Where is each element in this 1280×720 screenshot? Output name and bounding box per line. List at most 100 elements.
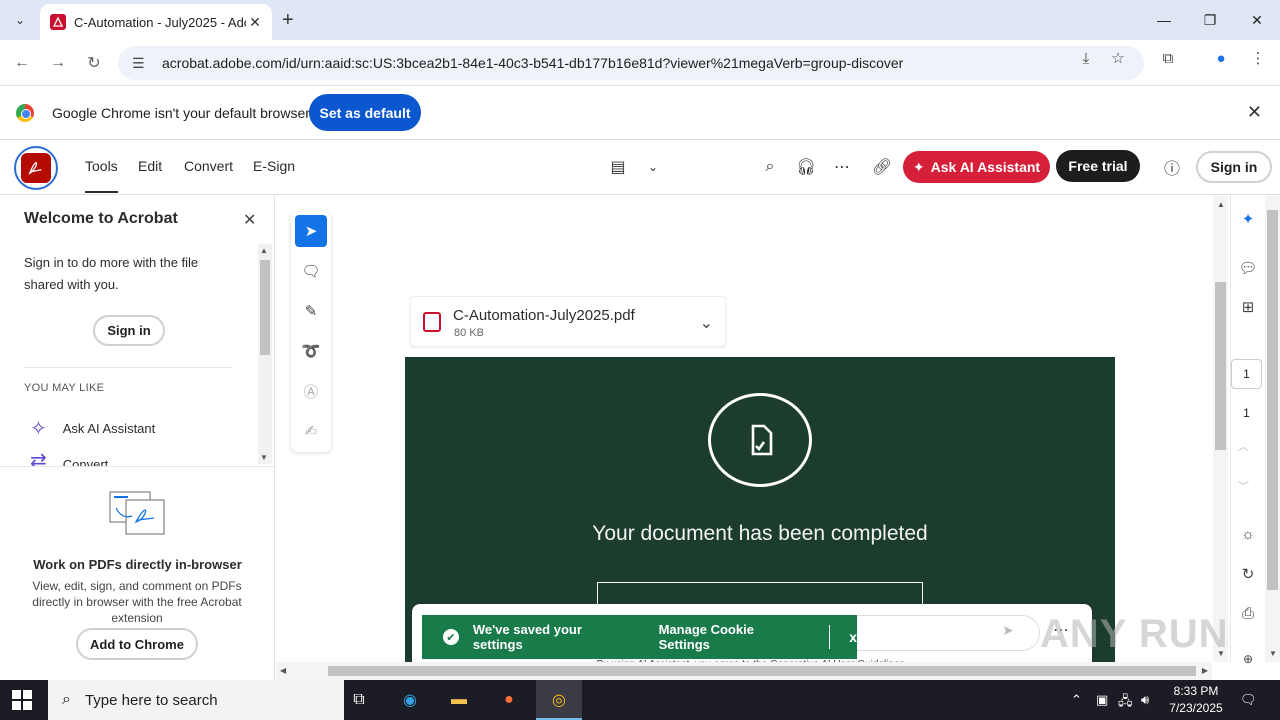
file-card-chevron-icon[interactable]: ⌄ (700, 313, 713, 333)
document-menu-chevron-icon[interactable]: ⌄ (642, 156, 664, 178)
welcome-panel: Welcome to Acrobat ✕ Sign in to do more … (0, 196, 275, 680)
panel-scrollbar[interactable]: ▲ ▼ (258, 244, 272, 464)
thumbnails-panel-icon[interactable]: ⊞ (1237, 296, 1259, 318)
comment-tool-icon[interactable]: 🗨︎ (295, 255, 327, 287)
ai-assistant-icon: ✦ (912, 158, 925, 175)
url-text: acrobat.adobe.com/id/urn:aaid:sc:US:3bce… (162, 55, 904, 71)
address-bar[interactable]: ☰ acrobat.adobe.com/id/urn:aaid:sc:US:3b… (118, 46, 1144, 80)
extensions-icon[interactable]: ⧉ (1158, 48, 1178, 68)
theme-toggle-icon[interactable]: ☼ (1237, 523, 1259, 545)
volume-icon[interactable]: 🔊︎ (1141, 692, 1149, 708)
suggestion-ask-ai[interactable]: ✧ Ask AI Assistant (30, 416, 155, 441)
welcome-close-icon[interactable]: ✕ (243, 210, 256, 230)
acrobat-logo-icon[interactable] (14, 146, 58, 190)
browser-toolbar: ← → ↻ ☰ acrobat.adobe.com/id/urn:aaid:sc… (0, 40, 1280, 86)
firefox-icon[interactable]: ● (497, 688, 521, 712)
menu-esign[interactable]: E-Sign (253, 158, 295, 174)
task-view-icon[interactable]: ⧉ (347, 688, 371, 712)
chrome-taskbar-icon[interactable]: ◎ (547, 688, 571, 712)
search-icon[interactable]: ⌕ (759, 156, 781, 178)
help-icon[interactable]: ⓘ (1161, 156, 1183, 178)
add-to-chrome-button[interactable]: Add to Chrome (76, 628, 198, 660)
panel-scroll-thumb[interactable] (260, 260, 270, 355)
back-button[interactable]: ← (10, 51, 34, 75)
window-close-button[interactable]: ✕ (1234, 0, 1280, 40)
header-sign-in-button[interactable]: Sign in (1196, 151, 1272, 183)
menu-convert[interactable]: Convert (184, 158, 233, 174)
read-aloud-icon[interactable]: 🎧︎ (795, 156, 817, 178)
tab-search-dropdown[interactable]: ⌄ (6, 6, 34, 34)
clock-time: 8:33 PM (1173, 684, 1219, 698)
total-pages: 1 (1243, 406, 1250, 420)
scroll-up-arrow-icon[interactable]: ▲ (260, 246, 268, 255)
page-scroll-thumb[interactable] (1267, 210, 1278, 590)
page-scroll-down-icon[interactable]: ▼ (1269, 649, 1277, 658)
share-link-icon[interactable]: 🔗︎ (871, 156, 893, 178)
document-vertical-scrollbar[interactable]: ▲ ▼ (1213, 196, 1228, 662)
set-default-button[interactable]: Set as default (309, 94, 421, 131)
manage-cookie-settings-link[interactable]: Manage Cookie Settings (659, 622, 808, 652)
site-info-icon[interactable]: ☰ (132, 55, 150, 72)
chrome-logo-icon (16, 104, 34, 122)
signature-tool-icon[interactable]: ✍︎ (295, 415, 327, 447)
chrome-menu-icon[interactable]: ⋮ (1248, 48, 1268, 68)
scroll-left-icon[interactable]: ◀ (280, 666, 286, 675)
more-options-icon[interactable]: ⋯ (831, 156, 853, 178)
menu-tools[interactable]: Tools (85, 158, 118, 193)
ai-assistant-panel-icon[interactable]: ✦ (1237, 208, 1259, 230)
bookmark-star-icon[interactable]: ☆ (1108, 48, 1128, 68)
highlight-pen-tool-icon[interactable]: ✎ (295, 295, 327, 327)
suggestion-convert[interactable]: ⇄ Convert (30, 452, 260, 466)
file-size: 80 KB (454, 327, 484, 339)
free-trial-button[interactable]: Free trial (1056, 150, 1140, 182)
profile-icon[interactable]: ● (1211, 48, 1231, 68)
rotate-page-icon[interactable]: ↻ (1237, 563, 1259, 585)
horizontal-scroll-thumb[interactable] (328, 666, 1196, 676)
minimize-button[interactable]: — (1141, 0, 1187, 40)
zoom-icon[interactable]: ⊕ (1237, 648, 1259, 670)
notifications-icon[interactable]: 🗨︎ (1240, 692, 1257, 708)
select-tool-icon[interactable]: ➤ (295, 215, 327, 247)
menu-edit[interactable]: Edit (138, 158, 162, 174)
tray-overflow-icon[interactable]: ⌃ (1071, 692, 1082, 708)
page-export-icon[interactable]: ⎙ (1237, 602, 1259, 624)
windows-start-icon[interactable] (12, 690, 32, 710)
restore-button[interactable]: ❐ (1187, 0, 1233, 40)
send-prompt-icon[interactable]: ➤ (1002, 622, 1024, 644)
panel-separator (0, 466, 275, 467)
taskbar-search-box[interactable]: ⌕ Type here to search (48, 680, 344, 720)
draw-freehand-tool-icon[interactable]: ➰ (295, 335, 327, 367)
doc-scroll-up-icon[interactable]: ▲ (1217, 200, 1225, 209)
page-vertical-scrollbar[interactable]: ▼ (1265, 196, 1280, 662)
network-icon[interactable]: 🖧︎ (1118, 692, 1133, 714)
browser-tab[interactable]: C-Automation - July2025 - Adobe Acrobat … (40, 4, 272, 40)
new-tab-button[interactable]: + (282, 9, 294, 32)
toast-close-button[interactable]: x (849, 629, 857, 645)
forward-button[interactable]: → (46, 51, 70, 75)
comments-panel-icon[interactable]: 💬︎ (1237, 257, 1259, 279)
document-horizontal-scrollbar[interactable]: ◀ ▶ (276, 662, 1212, 680)
ask-ai-assistant-button[interactable]: ✦ Ask AI Assistant (903, 151, 1050, 183)
doc-scroll-thumb[interactable] (1215, 282, 1226, 450)
edge-icon[interactable]: ◉ (398, 688, 422, 712)
welcome-intro: Sign in to do more with the file shared … (24, 255, 199, 292)
next-page-icon[interactable]: ﹀ (1238, 478, 1249, 494)
text-box-tool-icon[interactable]: Ⓐ (295, 375, 327, 407)
file-explorer-icon[interactable]: ▬ (447, 688, 471, 712)
scroll-down-arrow-icon[interactable]: ▼ (260, 453, 268, 462)
checkmark-icon: ✔ (443, 629, 459, 645)
infobar-close-icon[interactable]: ✕ (1247, 102, 1262, 123)
taskbar-clock[interactable]: 8:33 PM 7/23/2025 (1160, 683, 1232, 717)
scroll-right-icon[interactable]: ▶ (1202, 666, 1208, 675)
panel-sign-in-button[interactable]: Sign in (93, 315, 165, 346)
tab-close-icon[interactable]: ✕ (246, 14, 264, 31)
document-properties-icon[interactable]: ▤ (607, 156, 629, 178)
file-card[interactable]: C-Automation-July2025.pdf 80 KB ⌄ (410, 296, 726, 347)
previous-page-icon[interactable]: ︿ (1238, 438, 1249, 454)
install-app-icon[interactable]: ⤓ (1076, 48, 1096, 68)
acrobat-favicon-icon (50, 14, 66, 30)
tray-device-icon[interactable]: ▣ (1096, 692, 1108, 708)
current-page-field[interactable]: 1 (1231, 359, 1262, 389)
reload-button[interactable]: ↻ (82, 51, 106, 75)
ai-chat-icon: ✧ (30, 418, 47, 440)
